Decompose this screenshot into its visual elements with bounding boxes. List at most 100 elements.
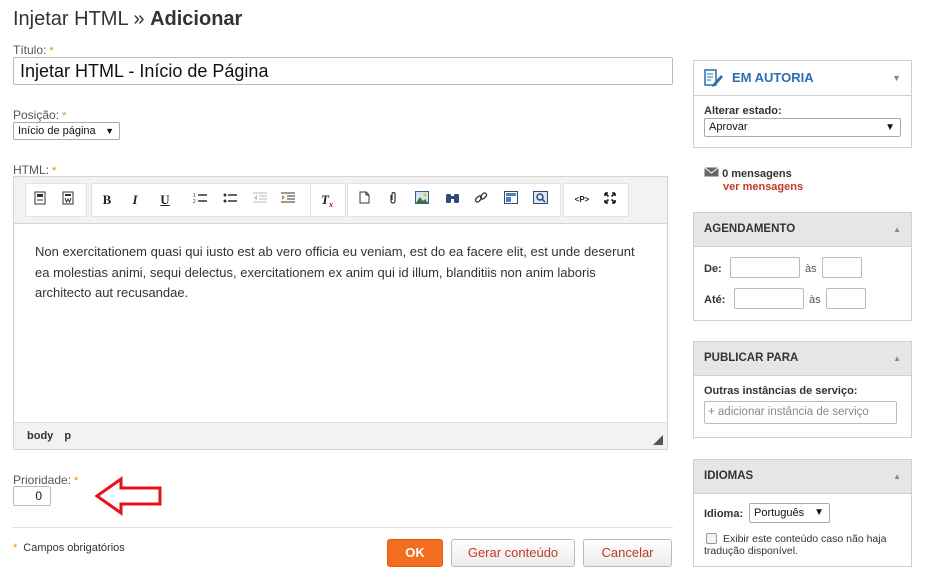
required-note: * Campos obrigatórios [13, 542, 125, 554]
chevron-up-icon: ▲ [893, 472, 901, 481]
generate-content-button[interactable]: Gerar conteúdo [451, 539, 575, 567]
find-icon[interactable] [442, 191, 462, 209]
add-service-instance-input[interactable]: + adicionar instância de serviço [704, 401, 897, 424]
new-page-icon[interactable] [354, 191, 374, 209]
toolbar-group-cleanup: Tx [310, 183, 346, 217]
link-icon[interactable] [471, 191, 491, 209]
publish-title: PUBLICAR PARA [704, 352, 799, 364]
from-date-input[interactable] [730, 257, 800, 278]
fallback-checkbox-text: Exibir este conteúdo caso não haja tradu… [704, 533, 887, 557]
view-messages-link[interactable]: ver mensagens [723, 181, 803, 193]
preview-icon[interactable] [530, 191, 550, 209]
publish-panel: PUBLICAR PARA ▲ Outras instâncias de ser… [693, 341, 912, 438]
toolbar-group-document [25, 183, 87, 217]
messages-block: 0 mensagens ver mensagens [704, 167, 803, 194]
source-icon[interactable] [30, 191, 50, 209]
messages-count: 0 mensagens [722, 167, 792, 180]
maximize-icon[interactable] [600, 191, 620, 209]
posicao-label: Posição: [13, 108, 60, 122]
scheduling-panel-header[interactable]: AGENDAMENTO ▲ [694, 213, 911, 247]
service-instances-label: Outras instâncias de serviço: [704, 385, 858, 397]
bulleted-list-icon[interactable] [220, 191, 240, 209]
publish-panel-header[interactable]: PUBLICAR PARA ▲ [694, 342, 911, 376]
page-title-prefix: Injetar HTML [13, 8, 128, 30]
indent-icon[interactable] [278, 191, 298, 209]
html-editor: B I U 12 Tx <P> Non exercitationem quasi… [13, 176, 668, 450]
prioridade-label: Prioridade: [13, 473, 72, 487]
change-state-value: Aprovar [709, 121, 748, 133]
template-icon[interactable] [58, 191, 78, 209]
to-at-label: às [809, 294, 821, 306]
toolbar-group-insert [347, 183, 561, 217]
titulo-label-wrap: Título: * [13, 43, 54, 57]
annotation-arrow-icon [94, 476, 162, 516]
chevron-down-icon: ▼ [892, 73, 901, 83]
to-date-input[interactable] [734, 288, 804, 309]
languages-panel-header[interactable]: IDIOMAS ▲ [694, 460, 911, 494]
editor-path-bar: body p [14, 422, 667, 449]
cancel-button[interactable]: Cancelar [583, 539, 672, 567]
remove-format-button[interactable]: Tx [317, 191, 337, 209]
chevron-down-icon: ▼ [814, 507, 824, 518]
required-mark: * [74, 475, 79, 487]
titulo-input[interactable]: Injetar HTML - Início de Página [13, 57, 673, 85]
from-label: De: [704, 263, 722, 275]
toolbar-group-view: <P> [563, 183, 629, 217]
image-icon[interactable] [412, 191, 432, 209]
chevron-up-icon: ▲ [893, 225, 901, 234]
embed-icon[interactable] [501, 191, 521, 209]
prioridade-label-wrap: Prioridade: * [13, 473, 78, 487]
scheduling-panel: AGENDAMENTO ▲ De: às Até: às [693, 212, 912, 321]
page-title-separator: » [133, 8, 145, 30]
language-value: Português [754, 507, 805, 519]
outdent-icon[interactable] [250, 191, 270, 209]
chevron-down-icon: ▼ [885, 122, 895, 133]
show-blocks-button[interactable]: <P> [570, 191, 594, 209]
path-p[interactable]: p [64, 430, 71, 442]
svg-text:2: 2 [193, 199, 196, 204]
status-panel-header[interactable]: EM AUTORIA ▼ [694, 61, 911, 96]
attachment-icon[interactable] [383, 191, 403, 209]
posicao-label-wrap: Posição: * [13, 108, 66, 122]
status-title: EM AUTORIA [732, 70, 814, 85]
underline-button[interactable]: U [155, 191, 175, 209]
posicao-select-value: Início de página [18, 125, 96, 137]
editor-content-area[interactable]: Non exercitationem quasi qui iusto est a… [15, 224, 666, 422]
required-mark: * [49, 45, 54, 57]
from-at-label: às [805, 263, 817, 275]
required-note-text: Campos obrigatórios [23, 542, 125, 554]
language-select[interactable]: Português ▼ [749, 503, 830, 523]
chevron-up-icon: ▲ [893, 354, 901, 363]
numbered-list-icon[interactable]: 12 [190, 191, 210, 209]
status-panel: EM AUTORIA ▼ Alterar estado: Aprovar ▼ [693, 60, 912, 148]
scheduling-title: AGENDAMENTO [704, 223, 796, 235]
divider [13, 527, 673, 528]
remove-format-icon: T [321, 192, 329, 207]
change-state-select[interactable]: Aprovar ▼ [704, 118, 901, 137]
html-label-wrap: HTML: * [13, 163, 56, 177]
ok-button[interactable]: OK [387, 539, 443, 567]
languages-title: IDIOMAS [704, 470, 754, 482]
change-state-label: Alterar estado: [704, 105, 782, 117]
posicao-select[interactable]: Início de página ▼ [13, 122, 120, 140]
from-time-input[interactable] [822, 257, 862, 278]
titulo-label: Título: [13, 43, 47, 57]
path-body[interactable]: body [27, 430, 53, 442]
page-title-main: Adicionar [150, 8, 243, 30]
page-title: Injetar HTML » Adicionar [13, 8, 242, 31]
languages-panel: IDIOMAS ▲ Idioma: Português ▼ Exibir est… [693, 459, 912, 567]
to-label: Até: [704, 294, 726, 306]
bold-button[interactable]: B [97, 191, 117, 209]
authoring-icon [704, 69, 724, 87]
italic-button[interactable]: I [125, 191, 145, 209]
envelope-icon [704, 167, 719, 181]
prioridade-input[interactable]: 0 [13, 486, 51, 506]
resize-handle-icon[interactable] [653, 435, 663, 445]
chevron-down-icon: ▼ [105, 126, 114, 136]
editor-toolbar: B I U 12 Tx <P> [14, 177, 667, 224]
toolbar-group-basic: B I U 12 [91, 183, 315, 217]
required-mark: * [62, 110, 67, 122]
to-time-input[interactable] [826, 288, 866, 309]
required-mark: * [13, 542, 18, 554]
html-label: HTML: [13, 163, 49, 177]
